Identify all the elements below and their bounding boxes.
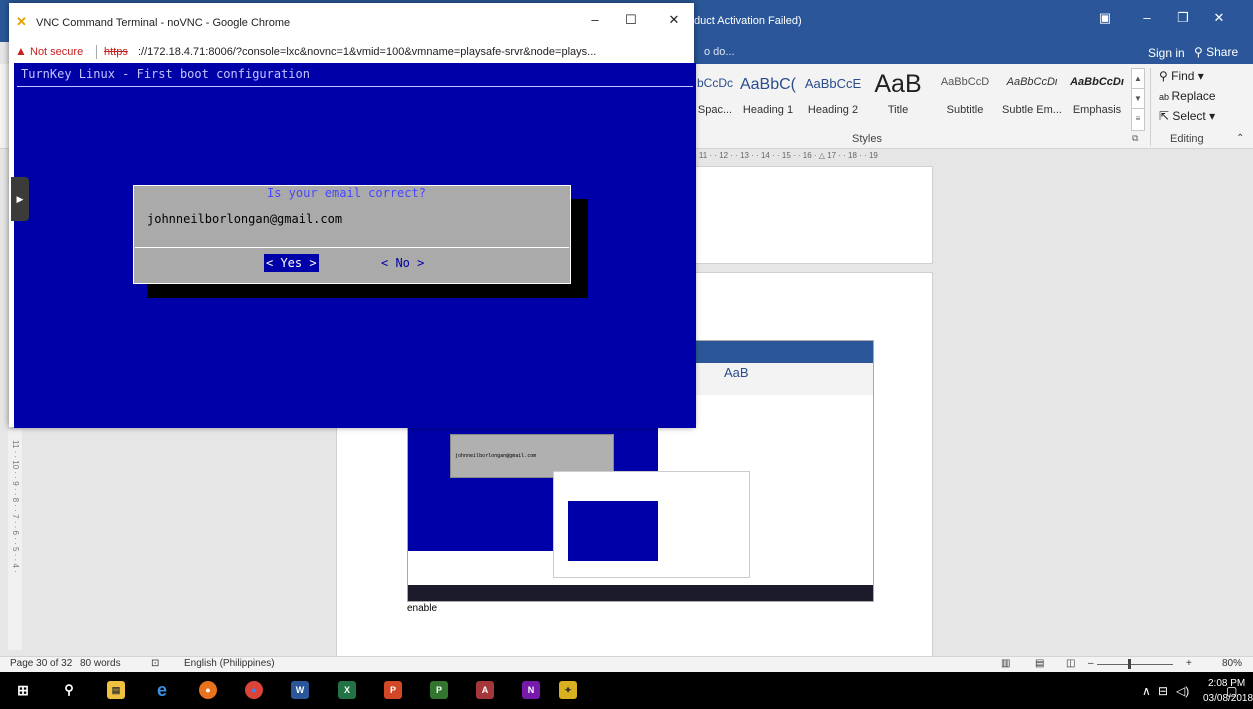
ribbon-display-options-icon[interactable]: ▣ (1092, 10, 1118, 26)
collapse-ribbon-icon[interactable]: ⌃ (1236, 133, 1244, 144)
search-icon: ⚲ (1159, 69, 1172, 83)
read-mode-icon[interactable]: ▥ (1001, 658, 1010, 669)
style-sample-subtitle[interactable]: AaBbCcD (932, 76, 998, 98)
horizontal-ruler: · 11 · · 12 · · 13 · · 14 · · 15 · · 16 … (694, 151, 878, 160)
style-sample-heading-1[interactable]: AaBbC( (737, 76, 799, 98)
document-text[interactable]: enable (407, 603, 437, 614)
word-minimize-icon[interactable]: – (1134, 10, 1160, 25)
file-explorer-icon[interactable]: ▤ (107, 681, 125, 699)
language-indicator[interactable]: English (Philippines) (184, 658, 275, 669)
excel-icon[interactable]: X (338, 681, 356, 699)
chevron-down-icon: ▾ (1194, 69, 1204, 83)
select-label: Select (1172, 109, 1206, 123)
window-title: VNC Command Terminal - noVNC - Google Ch… (36, 17, 291, 29)
action-center-icon[interactable]: ▢ (1226, 684, 1237, 698)
word-close-icon[interactable]: ✕ (1206, 10, 1232, 26)
address-separator (96, 45, 97, 59)
replace-label: Replace (1171, 89, 1216, 103)
zoom-out-icon[interactable]: – (1088, 658, 1094, 669)
onenote-icon[interactable]: N (522, 681, 540, 699)
app-icon[interactable]: ✦ (559, 681, 577, 699)
chrome-window: ✕ VNC Command Terminal - noVNC - Google … (9, 3, 696, 428)
novnc-favicon-icon: ✕ (16, 14, 27, 29)
word-count[interactable]: 80 words (80, 658, 121, 669)
search-icon[interactable]: ⚲ (60, 681, 78, 699)
vertical-ruler-marks: 11 · · 10 · · 9 · · 8 · · 7 · · 6 · · 5 … (11, 440, 20, 573)
warning-icon[interactable]: ▲ (15, 44, 27, 58)
tell-me-box[interactable]: o do... (704, 46, 735, 58)
dialog-title: Is your email correct? (265, 186, 428, 200)
word-maximize-icon[interactable]: ❐ (1170, 10, 1196, 26)
web-layout-icon[interactable]: ◫ (1066, 658, 1075, 669)
no-button[interactable]: < No > (381, 254, 424, 272)
taskbar (0, 672, 1253, 709)
console-header: TurnKey Linux - First boot configuration (21, 67, 310, 81)
style-sample-emphasis[interactable]: AaBbCcDι (1066, 76, 1128, 98)
email-value: johnneilborlongan@gmail.com (147, 212, 343, 226)
style-name-title: Title (887, 104, 909, 116)
chevron-down-icon: ▾ (1205, 109, 1216, 123)
firefox-icon[interactable]: ● (199, 681, 217, 699)
ribbon-group-divider (1150, 68, 1151, 146)
windows-start-icon[interactable]: ⊞ (14, 681, 32, 699)
chrome-icon[interactable]: ● (245, 681, 263, 699)
style-sample-subtle-emphasis[interactable]: AaBbCcDι (999, 76, 1065, 98)
style-name-emphasis: Emphasis (1072, 104, 1122, 116)
dialog-divider (135, 247, 569, 248)
project-icon[interactable]: P (430, 681, 448, 699)
style-sample-no-spacing[interactable]: bCcDc (694, 76, 736, 98)
access-icon[interactable]: A (476, 681, 494, 699)
word-icon[interactable]: W (291, 681, 309, 699)
style-name-heading-2: Heading 2 (807, 104, 859, 116)
console-divider (17, 86, 693, 87)
replace-icon: ab (1159, 92, 1172, 102)
gallery-more-icon[interactable]: ≡ (1131, 108, 1145, 131)
style-name-heading-1: Heading 1 (742, 104, 794, 116)
style-name-subtle-emphasis: Subtle Em... (1002, 104, 1062, 116)
page-count[interactable]: Page 30 of 32 (10, 658, 72, 669)
style-name-no-spacing: Spac... (697, 104, 733, 116)
volume-icon[interactable]: ◁) (1176, 684, 1189, 698)
style-name-subtitle: Subtitle (946, 104, 984, 116)
proofing-icon[interactable]: ⊡ (151, 658, 159, 669)
image-taskbar (408, 585, 873, 601)
document-page[interactable] (694, 166, 933, 264)
print-layout-icon[interactable]: ▤ (1035, 658, 1044, 669)
minimize-icon[interactable]: – (585, 12, 605, 27)
select-button[interactable]: ⇱ Select ▾ (1159, 109, 1215, 123)
zoom-in-icon[interactable]: + (1186, 658, 1192, 669)
close-icon[interactable]: ✕ (664, 12, 684, 28)
yes-button[interactable]: < Yes > (264, 254, 319, 272)
maximize-icon[interactable]: ☐ (621, 12, 641, 28)
replace-button[interactable]: ab Replace (1159, 89, 1216, 103)
style-sample-title[interactable]: AaB (866, 70, 930, 100)
powerpoint-icon[interactable]: P (384, 681, 402, 699)
style-sample-heading-2[interactable]: AaBbCcE (800, 76, 866, 98)
image-nested-console (568, 501, 658, 561)
sign-in-link[interactable]: Sign in (1148, 46, 1185, 60)
tray-chevron-icon[interactable]: ∧ (1142, 684, 1151, 698)
zoom-slider-thumb[interactable] (1128, 659, 1131, 669)
share-label: Share (1206, 45, 1239, 59)
url-scheme[interactable]: https (104, 46, 128, 58)
cursor-icon: ⇱ (1159, 109, 1173, 123)
find-button[interactable]: ⚲ Find ▾ (1159, 69, 1204, 83)
novnc-control-bar-handle[interactable]: ▶ (11, 177, 29, 221)
network-icon[interactable]: ⊟ (1158, 684, 1168, 698)
word-window-title: duct Activation Failed) (694, 15, 802, 27)
editing-group-label: Editing (1170, 133, 1204, 145)
share-icon: ⚲ (1194, 45, 1207, 59)
url-text[interactable]: ://172.18.4.71:8006/?console=lxc&novnc=1… (138, 46, 690, 58)
image-email-text: johnneilborlongan@gmail.com (455, 453, 537, 459)
chevron-right-icon: ▶ (16, 194, 24, 204)
styles-dialog-launcher-icon[interactable]: ⧉ (1132, 133, 1138, 144)
image-style-sample: AaB (724, 365, 749, 380)
styles-group-label: Styles (852, 133, 882, 145)
zoom-slider[interactable] (1097, 664, 1173, 665)
zoom-level[interactable]: 80% (1222, 658, 1242, 669)
find-label: Find (1171, 69, 1195, 83)
not-secure-label[interactable]: Not secure (30, 46, 83, 58)
share-button[interactable]: ⚲ Share (1194, 45, 1238, 59)
edge-icon[interactable]: e (153, 681, 171, 699)
